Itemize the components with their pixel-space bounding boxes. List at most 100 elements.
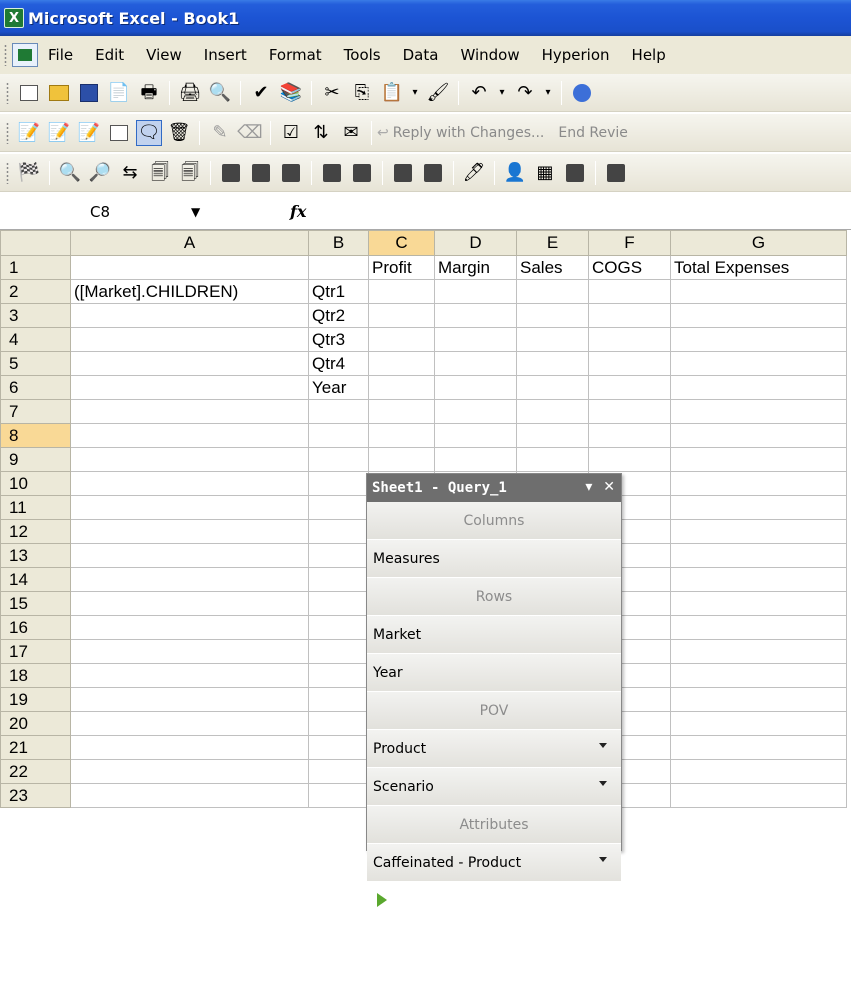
cell-e5[interactable] bbox=[516, 351, 589, 376]
cell-b15[interactable] bbox=[308, 591, 369, 616]
cell-d8[interactable] bbox=[434, 423, 517, 448]
cell-b17[interactable] bbox=[308, 639, 369, 664]
cell-b16[interactable] bbox=[308, 615, 369, 640]
copy-icon[interactable]: ⎘ bbox=[349, 80, 375, 106]
cell-b5[interactable]: Qtr4 bbox=[308, 351, 369, 376]
menu-insert[interactable]: Insert bbox=[204, 44, 247, 66]
cell-e7[interactable] bbox=[516, 399, 589, 424]
cell-b19[interactable] bbox=[308, 687, 369, 712]
cell-b14[interactable] bbox=[308, 567, 369, 592]
cell-c1[interactable]: Profit bbox=[368, 255, 435, 280]
cell-a11[interactable] bbox=[70, 495, 309, 520]
cell-d6[interactable] bbox=[434, 375, 517, 400]
row-header[interactable]: 5 bbox=[0, 351, 71, 376]
cell-a3[interactable] bbox=[70, 303, 309, 328]
row-header[interactable]: 15 bbox=[0, 591, 71, 616]
print-icon[interactable]: 🖨 bbox=[177, 80, 203, 106]
delete-comment-icon[interactable]: 🗑 bbox=[166, 120, 192, 146]
cell-a14[interactable] bbox=[70, 567, 309, 592]
cell-g21[interactable] bbox=[670, 735, 847, 760]
undo-icon[interactable]: ↶ bbox=[466, 80, 492, 106]
cell-a12[interactable] bbox=[70, 519, 309, 544]
rows-item-year[interactable]: Year bbox=[367, 654, 621, 692]
row-header[interactable]: 6 bbox=[0, 375, 71, 400]
cell-e8[interactable] bbox=[516, 423, 589, 448]
column-header-c[interactable]: C bbox=[368, 230, 435, 256]
row-header[interactable]: 10 bbox=[0, 471, 71, 496]
cell-a1[interactable] bbox=[70, 255, 309, 280]
cell-b9[interactable] bbox=[308, 447, 369, 472]
row-header[interactable]: 12 bbox=[0, 519, 71, 544]
cell-f9[interactable] bbox=[588, 447, 671, 472]
remove-only-icon[interactable]: 🗐 bbox=[177, 160, 203, 186]
cell-g15[interactable] bbox=[670, 591, 847, 616]
cell-b2[interactable]: Qtr1 bbox=[308, 279, 369, 304]
undo-dropdown-icon[interactable]: ▾ bbox=[496, 80, 508, 106]
email-icon[interactable]: 🖶 bbox=[136, 80, 162, 106]
cell-g8[interactable] bbox=[670, 423, 847, 448]
update-file-icon[interactable]: ⇅ bbox=[308, 120, 334, 146]
cell-c2[interactable] bbox=[368, 279, 435, 304]
column-header-d[interactable]: D bbox=[434, 230, 517, 256]
cell-a18[interactable] bbox=[70, 663, 309, 688]
row-header[interactable]: 14 bbox=[0, 567, 71, 592]
menu-help[interactable]: Help bbox=[632, 44, 666, 66]
column-header-b[interactable]: B bbox=[308, 230, 369, 256]
undo-hyperion-icon[interactable] bbox=[349, 160, 375, 186]
cell-a7[interactable] bbox=[70, 399, 309, 424]
cell-g12[interactable] bbox=[670, 519, 847, 544]
attributes-item-caffeinated[interactable]: Caffeinated - Product bbox=[367, 844, 621, 882]
cell-a16[interactable] bbox=[70, 615, 309, 640]
paste-data-points-icon[interactable] bbox=[420, 160, 446, 186]
cell-a20[interactable] bbox=[70, 711, 309, 736]
refresh-icon[interactable] bbox=[278, 160, 304, 186]
task-icon[interactable]: ☑ bbox=[278, 120, 304, 146]
cell-c4[interactable] bbox=[368, 327, 435, 352]
cell-a6[interactable] bbox=[70, 375, 309, 400]
cell-f4[interactable] bbox=[588, 327, 671, 352]
panel-menu-icon[interactable]: ▾ bbox=[585, 479, 592, 495]
cell-a21[interactable] bbox=[70, 735, 309, 760]
excel-icon[interactable]: X bbox=[4, 8, 24, 28]
paste-dropdown-icon[interactable]: ▾ bbox=[409, 80, 421, 106]
show-all-comments-icon[interactable]: 🗨 bbox=[136, 119, 162, 146]
cell-d2[interactable] bbox=[434, 279, 517, 304]
menu-data[interactable]: Data bbox=[403, 44, 439, 66]
pivot-icon[interactable]: ⇆ bbox=[117, 160, 143, 186]
user-icon[interactable]: 👤 bbox=[502, 160, 528, 186]
cell-c5[interactable] bbox=[368, 351, 435, 376]
column-header-a[interactable]: A bbox=[70, 230, 309, 256]
cell-g14[interactable] bbox=[670, 567, 847, 592]
cell-g20[interactable] bbox=[670, 711, 847, 736]
toolbar-grip[interactable] bbox=[3, 44, 8, 66]
cell-g2[interactable] bbox=[670, 279, 847, 304]
cell-b23[interactable] bbox=[308, 783, 369, 808]
save-icon[interactable] bbox=[76, 80, 102, 106]
fx-icon[interactable]: fx bbox=[290, 202, 306, 221]
execute-arrow-icon[interactable] bbox=[377, 893, 387, 907]
new-comment-icon[interactable]: 📝 bbox=[16, 120, 42, 146]
permission-icon[interactable]: 📄 bbox=[106, 80, 132, 106]
column-header-g[interactable]: G bbox=[670, 230, 847, 256]
row-header[interactable]: 22 bbox=[0, 759, 71, 784]
show-comment-icon[interactable] bbox=[106, 120, 132, 146]
name-box[interactable]: C8 ▼ bbox=[5, 198, 210, 226]
row-header[interactable]: 13 bbox=[0, 543, 71, 568]
toolbar-grip[interactable] bbox=[5, 81, 10, 104]
cell-e1[interactable]: Sales bbox=[516, 255, 589, 280]
cell-a17[interactable] bbox=[70, 639, 309, 664]
cell-b21[interactable] bbox=[308, 735, 369, 760]
adjust-icon[interactable]: 🖊 bbox=[461, 160, 487, 186]
menu-file[interactable]: File bbox=[48, 44, 73, 66]
cell-a2[interactable]: ([Market].CHILDREN) bbox=[70, 279, 309, 304]
row-header[interactable]: 2 bbox=[0, 279, 71, 304]
toolbar-grip[interactable] bbox=[5, 121, 10, 144]
cell-g10[interactable] bbox=[670, 471, 847, 496]
row-header[interactable]: 4 bbox=[0, 327, 71, 352]
cell-a13[interactable] bbox=[70, 543, 309, 568]
zoom-out-icon[interactable]: 🔎 bbox=[87, 160, 113, 186]
print-preview-icon[interactable]: 🔍 bbox=[207, 80, 233, 106]
row-header[interactable]: 3 bbox=[0, 303, 71, 328]
spelling-icon[interactable]: ✔ bbox=[248, 80, 274, 106]
name-box-dropdown-icon[interactable]: ▼ bbox=[191, 205, 200, 219]
